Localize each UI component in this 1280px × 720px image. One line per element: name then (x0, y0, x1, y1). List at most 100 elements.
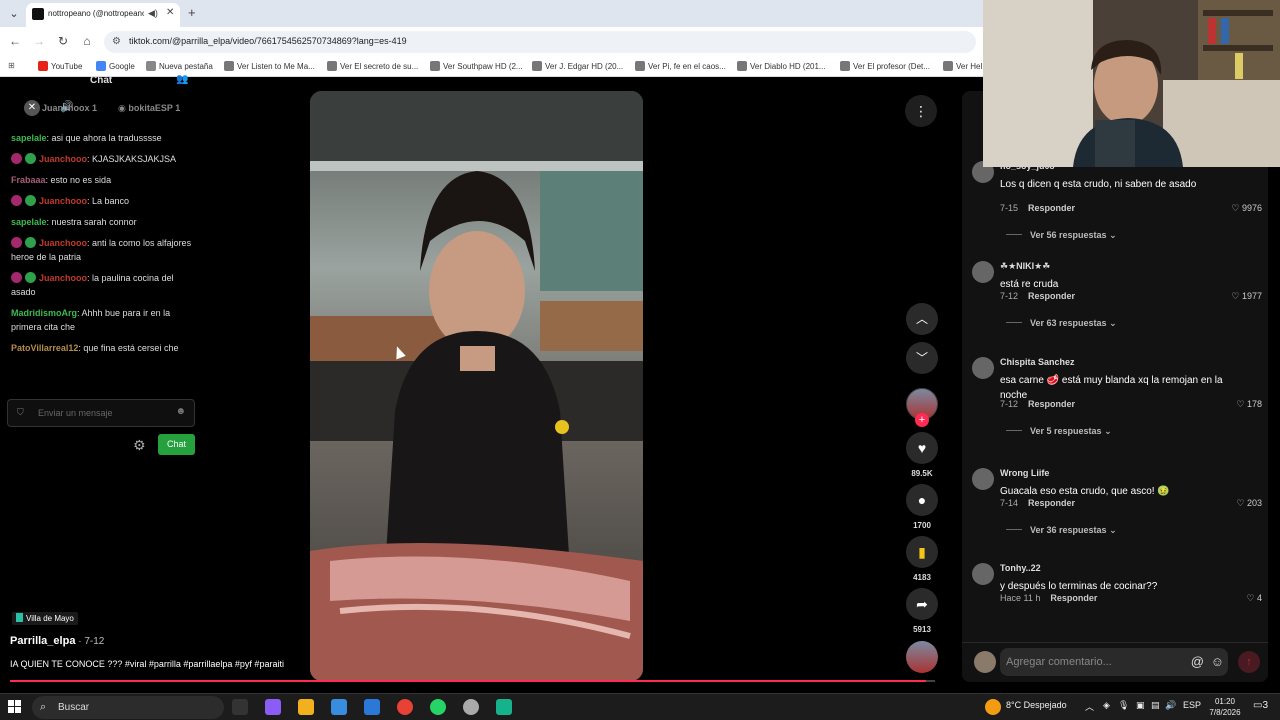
chat-users-icon[interactable]: 👥 (176, 74, 188, 85)
comment-likes[interactable]: ♡ 203 (1236, 498, 1262, 509)
reload-icon[interactable]: ↻ (55, 34, 71, 48)
commenter-avatar[interactable] (972, 563, 994, 585)
copilot-icon[interactable] (265, 699, 281, 715)
bookmark-item[interactable]: Ver Southpaw HD (2... (430, 61, 523, 71)
network-icon[interactable]: ▤ (1151, 700, 1160, 711)
comment-likes[interactable]: ♡ 4 (1246, 593, 1262, 604)
reply-button[interactable]: Responder (1028, 399, 1075, 409)
chat-send-button[interactable]: Chat (158, 434, 195, 455)
chat-badge-icon[interactable] (25, 237, 36, 248)
music-disc-avatar[interactable] (906, 641, 938, 673)
tray-app-icon[interactable]: ◈ (1103, 700, 1110, 711)
reply-button[interactable]: Responder (1028, 498, 1075, 508)
weather-icon[interactable] (985, 699, 1001, 715)
comment-likes[interactable]: ♡ 9976 (1231, 203, 1262, 214)
send-comment-icon[interactable]: ↑ (1238, 651, 1260, 673)
chat-username[interactable]: Juanchooo (39, 238, 87, 248)
windows-start-icon[interactable] (8, 700, 22, 714)
share-icon[interactable]: ➦ (906, 588, 938, 620)
chat-username[interactable]: Juanchooo (39, 154, 87, 164)
chat-username[interactable]: sapelale (11, 133, 47, 143)
bookmark-item[interactable]: Ver Hel (943, 61, 982, 71)
pinned-user[interactable]: Juanchoox 1 (42, 103, 97, 113)
chat-username[interactable]: sapelale (11, 217, 47, 227)
tray-chevron-icon[interactable]: ︿ (1085, 700, 1094, 713)
chat-message-input[interactable]: ⛉ Enviar un mensaje ☻ (7, 399, 195, 427)
commenter-name[interactable]: Wrong Liife (1000, 468, 1049, 478)
forward-icon[interactable]: → (31, 34, 47, 48)
chat-badge-icon[interactable] (11, 237, 22, 248)
chat-badge-icon[interactable] (11, 195, 22, 206)
bookmark-item[interactable]: Ver Diablo HD (201... (737, 61, 826, 71)
chat-username[interactable]: PatoVillarreal12 (11, 343, 78, 353)
view-replies-button[interactable]: Ver 36 respuestas ⌄ (1006, 525, 1117, 536)
reply-button[interactable]: Responder (1028, 291, 1075, 301)
address-bar[interactable]: ⚙ tiktok.com/@parrilla_elpa/video/766175… (104, 31, 976, 53)
comment-likes[interactable]: ♡ 1977 (1231, 291, 1262, 302)
view-replies-button[interactable]: Ver 5 respuestas ⌄ (1006, 426, 1112, 437)
video-progress-bar[interactable] (10, 680, 935, 682)
view-replies-button[interactable]: Ver 56 respuestas ⌄ (1006, 230, 1117, 241)
home-icon[interactable]: ⌂ (79, 34, 95, 48)
view-replies-button[interactable]: Ver 63 respuestas ⌄ (1006, 318, 1117, 329)
chat-username[interactable]: MadridismoArg (11, 308, 77, 318)
gear-icon[interactable]: ⚙ (133, 437, 146, 454)
comment-likes[interactable]: ♡ 178 (1236, 399, 1262, 410)
location-tag[interactable]: Villa de Mayo (12, 612, 78, 625)
task-view-icon[interactable] (232, 699, 248, 715)
video-author[interactable]: Parrilla_elpa · 7-12 (10, 635, 104, 647)
tray-app-icon[interactable]: ▣ (1136, 700, 1145, 711)
bookmark-item[interactable]: Ver Pi, fe en el caos... (635, 61, 726, 71)
file-explorer-icon[interactable] (298, 699, 314, 715)
tab-search-icon[interactable]: ⌄ (6, 6, 22, 22)
commenter-avatar[interactable] (972, 357, 994, 379)
chrome-icon[interactable] (397, 699, 413, 715)
commenter-name[interactable]: ☘★NIKI★☘ (1000, 261, 1050, 272)
weather-text[interactable]: 8°C Despejado (1006, 700, 1067, 710)
commenter-name[interactable]: Tonhy..22 (1000, 563, 1041, 573)
commenter-avatar[interactable] (972, 468, 994, 490)
back-icon[interactable]: ← (7, 34, 23, 48)
bookmark-item[interactable]: Ver Listen to Me Ma... (224, 61, 315, 71)
chat-username[interactable]: Frabaaa (11, 175, 46, 185)
previous-video-icon[interactable]: ︿ (906, 303, 938, 335)
new-tab-icon[interactable]: + (188, 5, 196, 20)
emote-icon[interactable]: ☻ (175, 406, 186, 417)
video-player[interactable] (310, 91, 643, 681)
volume-icon[interactable]: 🔊 (1165, 700, 1176, 711)
pinned-user[interactable]: ◉ bokitaESP 1 (118, 103, 180, 114)
bookmark-item[interactable]: Ver El secreto de su... (327, 61, 418, 71)
site-info-icon[interactable]: ⚙ (112, 36, 121, 47)
clock[interactable]: 01:20 7/8/2026 (1200, 696, 1250, 718)
chat-badge-icon[interactable] (11, 272, 22, 283)
address-url[interactable]: tiktok.com/@parrilla_elpa/video/76617545… (129, 36, 407, 46)
next-video-icon[interactable]: ﹀ (906, 342, 938, 374)
comment-icon[interactable]: ● (906, 484, 938, 516)
chat-badge-icon[interactable] (25, 153, 36, 164)
app-icon[interactable] (496, 699, 512, 715)
badge-icon[interactable]: ⛉ (17, 407, 24, 418)
comment-input[interactable]: Agregar comentario... @ ☺ (1000, 648, 1228, 676)
commenter-avatar[interactable] (972, 261, 994, 283)
reply-button[interactable]: Responder (1028, 203, 1075, 213)
chat-badge-icon[interactable] (11, 153, 22, 164)
chat-badge-icon[interactable] (25, 195, 36, 206)
tab-close-icon[interactable]: ✕ (166, 7, 174, 18)
outlook-icon[interactable] (364, 699, 380, 715)
browser-tab[interactable]: nottropeano (@nottropeano ◀) ✕ (26, 3, 180, 27)
microphone-icon[interactable]: 🎙 (1118, 700, 1129, 711)
chat-badge-icon[interactable] (25, 272, 36, 283)
language-indicator[interactable]: ESP (1183, 700, 1201, 710)
bookmark-icon[interactable]: ▮ (906, 536, 938, 568)
bookmark-item[interactable]: Ver J. Edgar HD (20... (532, 61, 623, 71)
mention-icon[interactable]: @ (1191, 654, 1204, 669)
store-icon[interactable] (331, 699, 347, 715)
taskbar-search[interactable]: ⌕ Buscar (32, 696, 224, 719)
whatsapp-icon[interactable] (430, 699, 446, 715)
tab-audio-icon[interactable]: ◀) (148, 8, 158, 19)
apps-grid-icon[interactable]: ⊞ (8, 61, 15, 70)
app-icon[interactable] (463, 699, 479, 715)
chat-username[interactable]: Juanchooo (39, 196, 87, 206)
more-options-icon[interactable]: ⋮ (905, 95, 937, 127)
bookmark-item[interactable]: Ver El profesor (Det... (840, 61, 930, 71)
